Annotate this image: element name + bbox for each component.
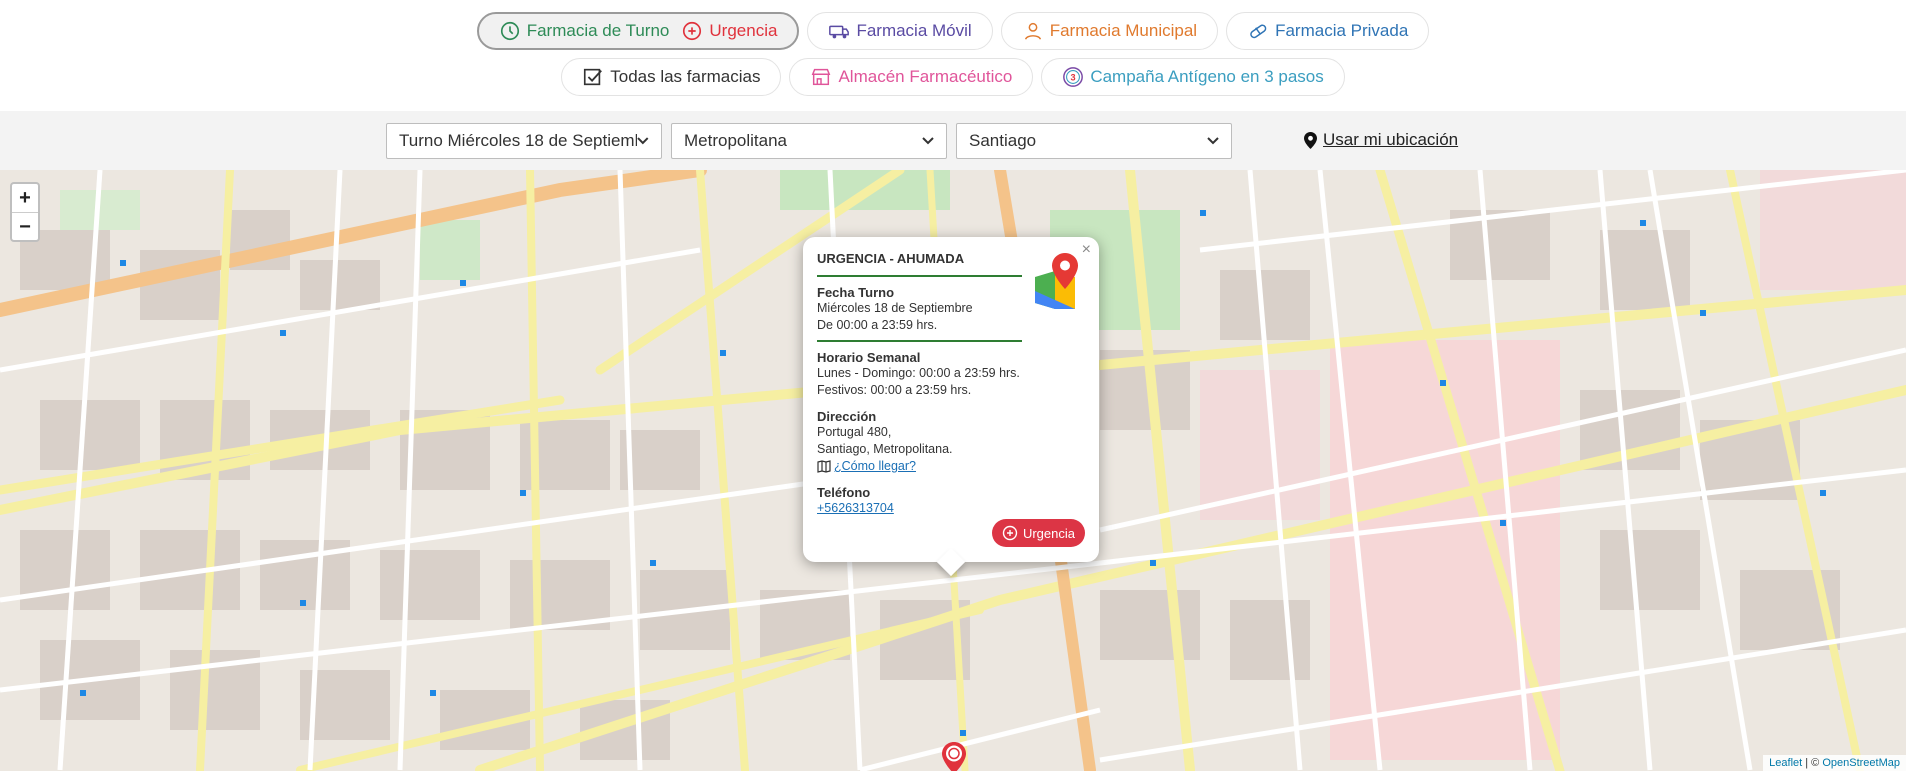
chevron-down-icon [1207, 137, 1219, 145]
map-attribution: Leaflet | © OpenStreetMap [1763, 755, 1906, 771]
pharmacy-marker-icon[interactable] [941, 741, 967, 771]
turno-label: Farmacia de Turno [526, 21, 670, 40]
almacen-farmaceutico-label: Almacén Farmacéutico [838, 67, 1013, 86]
direccion-label: Dirección [817, 409, 877, 424]
store-icon [812, 68, 831, 86]
farmacia-privada-label: Farmacia Privada [1275, 21, 1409, 40]
region-value: Metropolitana [684, 131, 788, 150]
google-maps-icon[interactable] [1029, 251, 1083, 313]
campana-antigeno-label: Campaña Antígeno en 3 pasos [1090, 67, 1324, 86]
horario-holidays: Festivos: 00:00 a 23:59 hrs. [817, 383, 972, 397]
region-select[interactable]: Metropolitana [671, 123, 947, 159]
fecha-hours: De 00:00 a 23:59 hrs. [817, 318, 938, 332]
osm-link[interactable]: OpenStreetMap [1822, 757, 1900, 769]
leaflet-link[interactable]: Leaflet [1769, 757, 1802, 769]
turno-date-value: Turno Miércoles 18 de Septiemb [399, 131, 638, 150]
svg-text:3: 3 [1071, 73, 1076, 83]
telefono-label: Teléfono [817, 485, 871, 500]
directions-row: ¿Cómo llegar? [817, 458, 1085, 475]
use-my-location-link[interactable]: Usar mi ubicación [1304, 130, 1458, 150]
direccion-city: Santiago, Metropolitana. [817, 442, 953, 456]
todas-farmacias-button[interactable]: Todas las farmacias [561, 58, 782, 96]
farmacia-privada-button[interactable]: Farmacia Privada [1226, 12, 1430, 50]
comuna-select[interactable]: Santiago [956, 123, 1232, 159]
urgencia-badge-label: Urgencia [1022, 525, 1075, 541]
todas-farmacias-label: Todas las farmacias [610, 67, 761, 86]
popup-close-button[interactable]: × [1082, 241, 1091, 259]
farmacia-movil-button[interactable]: Farmacia Móvil [807, 12, 993, 50]
comuna-value: Santiago [969, 131, 1037, 150]
clock-icon [500, 21, 519, 41]
urgencia-label: Urgencia [709, 21, 778, 40]
turno-urgencia-filter-button[interactable]: Farmacia de Turno Urgencia [476, 12, 800, 50]
pill-icon [1250, 24, 1267, 39]
almacen-farmaceutico-button[interactable]: Almacén Farmacéutico [789, 58, 1034, 96]
pharmacy-type-nav-row-1: Farmacia de Turno Urgencia Farmacia Móvi… [0, 12, 1906, 50]
direccion-street: Portugal 480, [817, 425, 892, 439]
horario-week: Lunes - Domingo: 00:00 a 23:59 hrs. [817, 366, 1020, 380]
filter-bar: Turno Miércoles 18 de Septiemb Metropoli… [0, 111, 1906, 170]
chevron-down-icon [637, 137, 649, 145]
person-icon [1024, 22, 1041, 40]
checkbox-icon [584, 68, 603, 86]
number-3-icon: 3 [1063, 67, 1084, 87]
farmacia-municipal-button[interactable]: Farmacia Municipal [1000, 12, 1219, 50]
como-llegar-link[interactable]: ¿Cómo llegar? [834, 458, 916, 475]
divider [817, 340, 1022, 342]
campana-antigeno-button[interactable]: 3 Campaña Antígeno en 3 pasos [1041, 58, 1345, 96]
farmacia-municipal-label: Farmacia Municipal [1049, 21, 1198, 40]
zoom-in-button[interactable]: + [12, 184, 38, 213]
urgency-icon [1002, 525, 1018, 541]
divider [817, 275, 1022, 277]
urgencia-badge[interactable]: Urgencia [991, 519, 1085, 547]
turno-date-select[interactable]: Turno Miércoles 18 de Septiemb [386, 123, 662, 159]
zoom-out-button[interactable]: − [12, 213, 38, 241]
zoom-control: + − [10, 182, 40, 242]
chevron-down-icon [922, 137, 934, 145]
pharmacy-type-nav-row-2: Todas las farmacias Almacén Farmacéutico… [0, 58, 1906, 96]
telefono-link[interactable]: +5626313704 [817, 501, 894, 515]
van-icon [829, 25, 850, 39]
horario-semanal-label: Horario Semanal [817, 350, 921, 365]
use-my-location-label: Usar mi ubicación [1323, 130, 1459, 149]
pharmacy-popup: × URGENCIA - AHUMADA Fecha Turno Miércol… [803, 237, 1099, 577]
urgency-icon [683, 21, 702, 41]
attribution-separator: | © [1802, 757, 1823, 769]
map-fold-icon [817, 460, 831, 473]
location-pin-icon [1304, 131, 1317, 149]
farmacia-movil-label: Farmacia Móvil [856, 21, 972, 40]
